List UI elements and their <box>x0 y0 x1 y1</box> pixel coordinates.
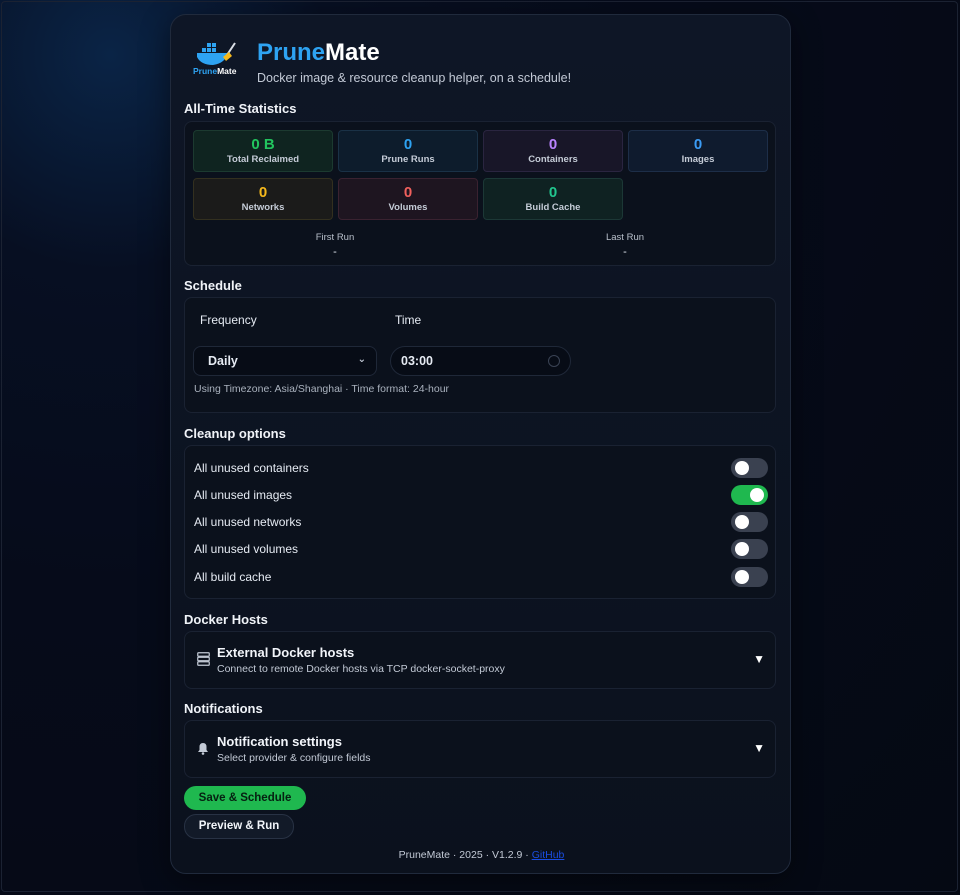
toggle-unused-containers[interactable] <box>731 458 768 478</box>
option-label: All unused images <box>194 488 293 502</box>
chevron-down-icon: ⌄ <box>357 354 366 365</box>
option-label: All build cache <box>194 570 272 584</box>
option-label: All unused volumes <box>194 542 299 556</box>
last-run-value: - <box>623 246 627 258</box>
logo-wordmark: PruneMate <box>193 66 237 76</box>
stat-prune-runs: 0 Prune Runs <box>338 130 478 172</box>
frequency-select[interactable]: Daily ⌄ <box>193 346 377 376</box>
time-input[interactable]: 03:00 <box>390 346 571 376</box>
docker-hosts-accordion[interactable]: External Docker hosts Connect to remote … <box>184 631 776 689</box>
docker-hosts-subtitle: Connect to remote Docker hosts via TCP d… <box>217 663 505 675</box>
docker-hosts-title: External Docker hosts <box>217 645 355 660</box>
stat-volumes: 0 Volumes <box>338 178 478 220</box>
option-label: All unused networks <box>194 515 302 529</box>
notifications-title: Notification settings <box>217 734 342 749</box>
footer: PruneMate · 2025 · V1.2.9 · GitHub <box>171 849 792 861</box>
notifications-section-title: Notifications <box>184 701 263 716</box>
option-row-images: All unused images <box>194 485 768 505</box>
option-row-networks: All unused networks <box>194 512 768 532</box>
stat-networks: 0 Networks <box>193 178 333 220</box>
toggle-unused-networks[interactable] <box>731 512 768 532</box>
bell-icon <box>197 742 209 760</box>
toggle-unused-volumes[interactable] <box>731 539 768 559</box>
clock-icon[interactable] <box>548 355 560 367</box>
cleanup-section-title: Cleanup options <box>184 426 286 441</box>
app-subtitle: Docker image & resource cleanup helper, … <box>257 71 572 85</box>
stat-total-reclaimed: 0 B Total Reclaimed <box>193 130 333 172</box>
first-run-value: - <box>333 246 337 258</box>
stat-build-cache: 0 Build Cache <box>483 178 623 220</box>
first-run-info: First Run - <box>235 232 435 258</box>
toggle-build-cache[interactable] <box>731 567 768 587</box>
stats-panel: 0 B Total Reclaimed 0 Prune Runs 0 Conta… <box>184 121 776 266</box>
toggle-unused-images[interactable] <box>731 485 768 505</box>
option-row-containers: All unused containers <box>194 458 768 478</box>
github-link[interactable]: GitHub <box>532 849 565 861</box>
cleanup-panel: All unused containers All unused images … <box>184 445 776 599</box>
notifications-accordion[interactable]: Notification settings Select provider & … <box>184 720 776 778</box>
preview-run-button[interactable]: Preview & Run <box>184 814 294 839</box>
notifications-subtitle: Select provider & configure fields <box>217 752 371 764</box>
app-logo: PruneMate <box>193 39 241 83</box>
last-run-info: Last Run - <box>525 232 725 258</box>
frequency-select-value: Daily <box>208 354 238 368</box>
stat-images: 0 Images <box>628 130 768 172</box>
time-label: Time <box>395 313 422 327</box>
docker-hosts-section-title: Docker Hosts <box>184 612 268 627</box>
schedule-section-title: Schedule <box>184 278 242 293</box>
footer-text: PruneMate · 2025 · V1.2.9 · <box>398 849 532 861</box>
first-run-label: First Run <box>315 232 355 243</box>
time-input-value: 03:00 <box>401 354 433 368</box>
last-run-label: Last Run <box>605 232 645 243</box>
expand-arrow-icon[interactable]: ▼ <box>753 741 765 755</box>
timezone-note: Using Timezone: Asia/Shanghai · Time for… <box>194 383 450 395</box>
stat-containers: 0 Containers <box>483 130 623 172</box>
app-header: PruneMate PruneMate Docker image & resou… <box>193 39 571 85</box>
schedule-panel: Frequency Time Daily ⌄ 03:00 Using Timez… <box>184 297 776 413</box>
server-icon <box>197 652 210 671</box>
frequency-label: Frequency <box>200 313 257 327</box>
app-title: PruneMate <box>257 39 380 66</box>
stats-section-title: All-Time Statistics <box>184 101 297 116</box>
option-row-volumes: All unused volumes <box>194 539 768 559</box>
save-schedule-button[interactable]: Save & Schedule <box>184 786 306 810</box>
option-row-build-cache: All build cache <box>194 567 768 587</box>
main-card: PruneMate PruneMate Docker image & resou… <box>170 14 791 874</box>
expand-arrow-icon[interactable]: ▼ <box>753 652 765 666</box>
option-label: All unused containers <box>194 461 309 475</box>
docker-broom-icon <box>197 42 236 65</box>
